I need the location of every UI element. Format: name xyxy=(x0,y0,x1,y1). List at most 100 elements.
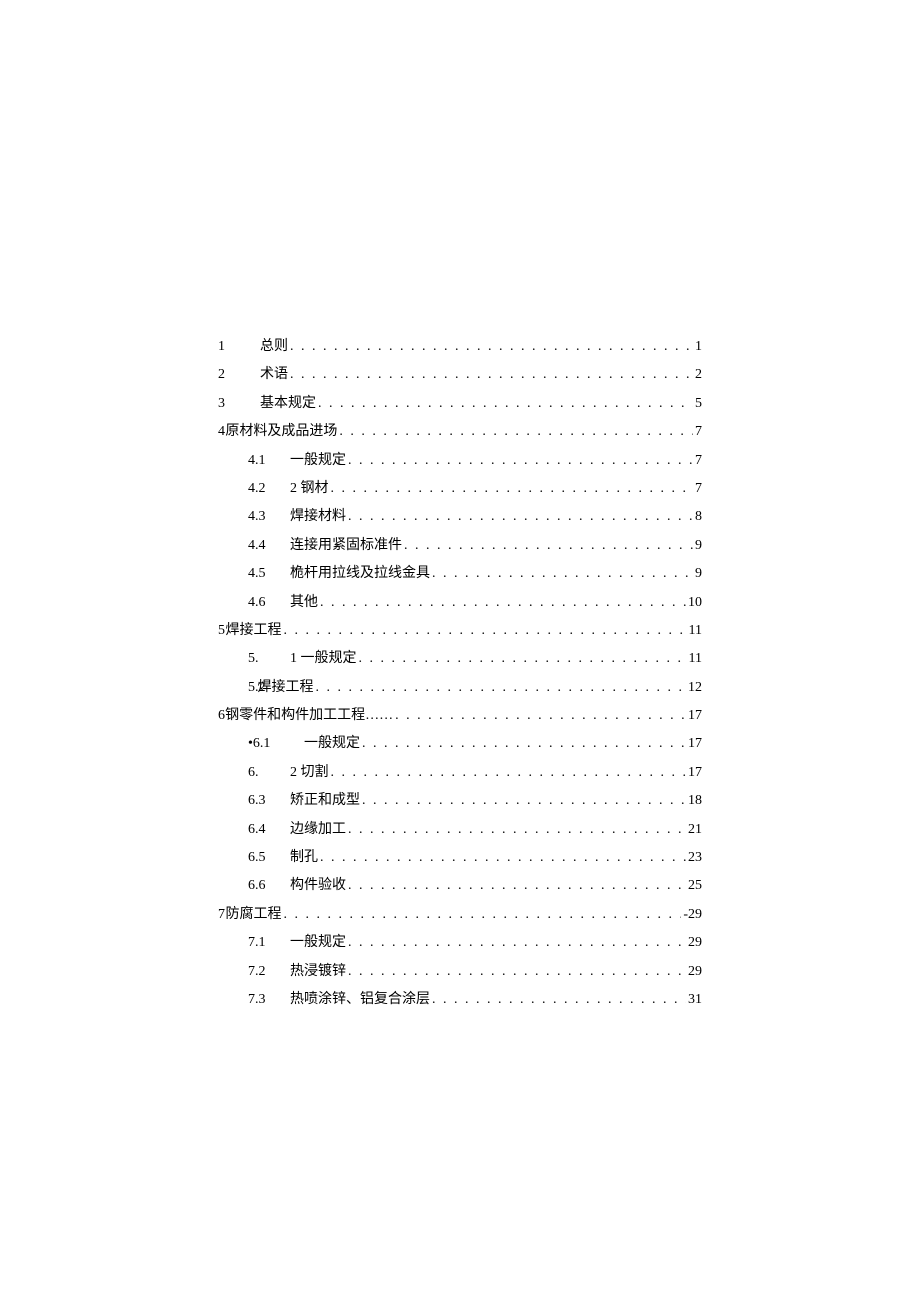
toc-entry: 4.22 钢材 7 xyxy=(218,480,702,499)
toc-page-number: 17 xyxy=(688,707,702,726)
toc-page-number: 17 xyxy=(688,764,702,783)
toc-leader-dots xyxy=(331,764,687,783)
toc-leader-dots xyxy=(284,906,682,925)
toc-page-number: 17 xyxy=(688,735,702,754)
toc-page-number: 12 xyxy=(688,679,702,698)
toc-page-number: 25 xyxy=(688,877,702,896)
toc-leader-dots xyxy=(339,423,693,442)
toc-page-number: 9 xyxy=(695,565,702,584)
toc-entry: 4.6其他 10 xyxy=(218,594,702,613)
toc-label: 一般规定 xyxy=(290,934,346,953)
toc-label: 热喷涂锌、铝复合涂层 xyxy=(290,991,430,1010)
toc-label: 其他 xyxy=(290,594,318,613)
toc-prefix: 6.5 xyxy=(248,849,290,868)
toc-prefix: 6.3 xyxy=(248,792,290,811)
toc-entry: 4.1一般规定 7 xyxy=(218,452,702,471)
toc-leader-dots xyxy=(348,934,686,953)
toc-label: 矫正和成型 xyxy=(290,792,360,811)
toc-leader-dots xyxy=(362,735,686,754)
toc-prefix: 5 xyxy=(218,622,220,641)
toc-prefix: 7.3 xyxy=(248,991,290,1010)
toc-leader-dots xyxy=(331,480,694,499)
toc-prefix: 6.4 xyxy=(248,821,290,840)
toc-entry: 7.2热浸镀锌 29 xyxy=(218,963,702,982)
toc-entry: 5.2 焊接工程 12 xyxy=(218,679,702,698)
toc-page-number: 23 xyxy=(688,849,702,868)
toc-leader-dots xyxy=(348,877,686,896)
toc-leader-dots xyxy=(348,821,686,840)
toc-leader-dots xyxy=(348,963,686,982)
toc-prefix: 5.2 xyxy=(248,679,252,698)
toc-leader-dots xyxy=(316,679,687,698)
toc-prefix: 1 xyxy=(218,338,260,357)
toc-page-number: 8 xyxy=(695,508,702,527)
toc-entry: 6.3矫正和成型 18 xyxy=(218,792,702,811)
toc-label: 桅杆用拉线及拉线金具 xyxy=(290,565,430,584)
toc-prefix: 6. xyxy=(248,764,290,783)
toc-leader-dots xyxy=(320,849,686,868)
toc-entry: 4.4连接用紧固标准件 9 xyxy=(218,537,702,556)
toc-label: 焊接材料 xyxy=(290,508,346,527)
toc-page-number: 29 xyxy=(688,963,702,982)
toc-prefix: 7 xyxy=(218,906,220,925)
toc-label: 原材料及成品进场 xyxy=(225,423,337,442)
toc-label: 1 一般规定 xyxy=(290,650,357,669)
toc-prefix: 3 xyxy=(218,395,260,414)
toc-label: 构件验收 xyxy=(290,877,346,896)
toc-prefix: 7.2 xyxy=(248,963,290,982)
toc-label: 一般规定 xyxy=(290,452,346,471)
toc-label: 2 钢材 xyxy=(290,480,329,499)
toc-page-number: 11 xyxy=(689,650,702,669)
toc-leader-dots xyxy=(348,508,693,527)
toc-entry: 3基本规定 5 xyxy=(218,395,702,414)
toc-prefix: 4.1 xyxy=(248,452,290,471)
toc-prefix: •6.1 xyxy=(248,735,290,754)
toc-label: 连接用紧固标准件 xyxy=(290,537,402,556)
toc-label: 防腐工程 xyxy=(226,906,282,925)
toc-entry: 4.5桅杆用拉线及拉线金具 9 xyxy=(218,565,702,584)
toc-page-number: 10 xyxy=(688,594,702,613)
toc-entry: •6.1 一般规定 17 xyxy=(218,735,702,754)
toc-page-number: 9 xyxy=(695,537,702,556)
toc-entry: 6钢零件和构件加工工程……17 xyxy=(218,707,702,726)
toc-entry: 7.3热喷涂锌、铝复合涂层31 xyxy=(218,991,702,1010)
toc-leader-dots xyxy=(404,537,693,556)
toc-page-number: 29 xyxy=(688,934,702,953)
toc-page-number: 11 xyxy=(689,622,702,641)
toc-prefix: 4.6 xyxy=(248,594,290,613)
toc-page-number: 2 xyxy=(695,366,702,385)
toc-leader-dots xyxy=(348,452,693,471)
toc-prefix: 4 xyxy=(218,423,219,442)
toc-entry: 7.1一般规定29 xyxy=(218,934,702,953)
toc-page-number: 7 xyxy=(695,480,702,499)
toc-leader-dots xyxy=(318,395,693,414)
toc-page-number: 7 xyxy=(695,452,702,471)
toc-page-number: 18 xyxy=(688,792,702,811)
toc-label: 基本规定 xyxy=(260,395,316,414)
toc-prefix: 4.2 xyxy=(248,480,290,499)
toc-leader-dots xyxy=(284,622,687,641)
toc-page-number: 5 xyxy=(695,395,702,414)
toc-page-number: -29 xyxy=(683,906,702,925)
toc-entry: 2术语2 xyxy=(218,366,702,385)
toc-entry: 4原材料及成品进场7 xyxy=(218,423,702,442)
toc-label: 术语 xyxy=(260,366,288,385)
toc-entry: 6.6构件验收 25 xyxy=(218,877,702,896)
toc-leader-dots xyxy=(395,707,686,726)
toc-entry: 6.4边缘加工21 xyxy=(218,821,702,840)
toc-label: 焊接工程 xyxy=(258,679,314,698)
toc-prefix: 6.6 xyxy=(248,877,290,896)
toc-label: 总则 xyxy=(260,338,288,357)
toc-entry: 6.2 切割17 xyxy=(218,764,702,783)
toc-entry: 7 防腐工程 -29 xyxy=(218,906,702,925)
toc-leader-dots xyxy=(290,366,693,385)
toc-entry: 6.5制孔23 xyxy=(218,849,702,868)
toc-prefix: 5. xyxy=(248,650,290,669)
toc-leader-dots xyxy=(362,792,686,811)
toc-page-number: 21 xyxy=(688,821,702,840)
toc-label: 一般规定 xyxy=(290,735,360,754)
toc-prefix: 4.5 xyxy=(248,565,290,584)
toc-label: 焊接工程 xyxy=(226,622,282,641)
toc-label: 热浸镀锌 xyxy=(290,963,346,982)
toc-prefix: 4.4 xyxy=(248,537,290,556)
